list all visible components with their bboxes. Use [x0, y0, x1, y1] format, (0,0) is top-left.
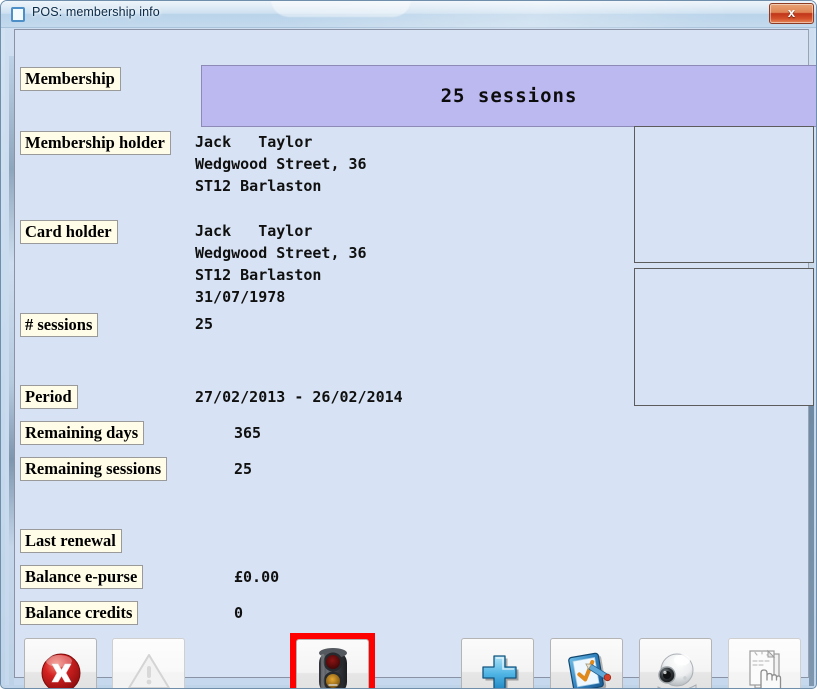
sign-button[interactable] [550, 638, 623, 688]
warning-button [112, 638, 185, 688]
label-balance-epurse: Balance e-purse [20, 565, 144, 589]
document-button [728, 638, 801, 688]
value-membership-holder: Jack Taylor Wedgwood Street, 36 ST12 Bar… [195, 133, 367, 195]
membership-type-banner: 25 sessions [201, 65, 816, 127]
photo-placeholder-1[interactable] [634, 126, 814, 263]
membership-panel: 25 sessions Membership Membership holder… [14, 29, 816, 688]
value-balance-credits: 0 [234, 604, 244, 622]
membership-type-text: 25 sessions [440, 85, 578, 107]
label-membership: Membership [20, 67, 121, 91]
cancel-button[interactable] [24, 638, 97, 688]
traffic-light-highlight [290, 633, 375, 688]
label-card-holder: Card holder [20, 220, 118, 244]
label-last-renewal: Last renewal [20, 529, 122, 553]
webcam-icon [640, 639, 711, 688]
label-membership-holder: Membership holder [20, 131, 171, 155]
aero-glass-streak [294, 1, 738, 29]
window-document-icon [11, 7, 25, 22]
photo-placeholder-2[interactable] [634, 268, 814, 406]
warning-triangle-icon [113, 639, 184, 688]
webcam-button[interactable] [639, 638, 712, 688]
value-remaining-sessions: 25 [234, 460, 253, 478]
add-button[interactable] [461, 638, 534, 688]
label-period: Period [20, 385, 78, 409]
window-title: POS: membership info [32, 5, 160, 19]
client-area: 25 sessions Membership Membership holder… [5, 28, 816, 688]
value-card-holder: Jack Taylor Wedgwood Street, 36 ST12 Bar… [195, 222, 367, 306]
label-remaining-sessions: Remaining sessions [20, 457, 168, 481]
membership-info-window: POS: membership info x 25 sessions Membe… [0, 0, 817, 689]
label-num-sessions: # sessions [20, 313, 99, 337]
close-icon: x [787, 5, 796, 20]
label-balance-credits: Balance credits [20, 601, 139, 625]
value-num-sessions: 25 [195, 315, 214, 333]
title-bar: POS: membership info x [1, 1, 816, 29]
red-x-circle-icon [25, 639, 96, 688]
blue-plus-icon [462, 639, 533, 688]
traffic-light-button[interactable] [296, 639, 369, 688]
value-period: 27/02/2013 - 26/02/2014 [195, 388, 403, 406]
value-balance-epurse: £0.00 [234, 568, 280, 586]
value-remaining-days: 365 [234, 424, 262, 442]
label-remaining-days: Remaining days [20, 421, 145, 445]
traffic-light-icon [297, 640, 368, 688]
document-hand-icon [729, 639, 800, 688]
tablet-checkmark-pencil-icon [551, 639, 622, 688]
close-button[interactable]: x [769, 3, 814, 24]
